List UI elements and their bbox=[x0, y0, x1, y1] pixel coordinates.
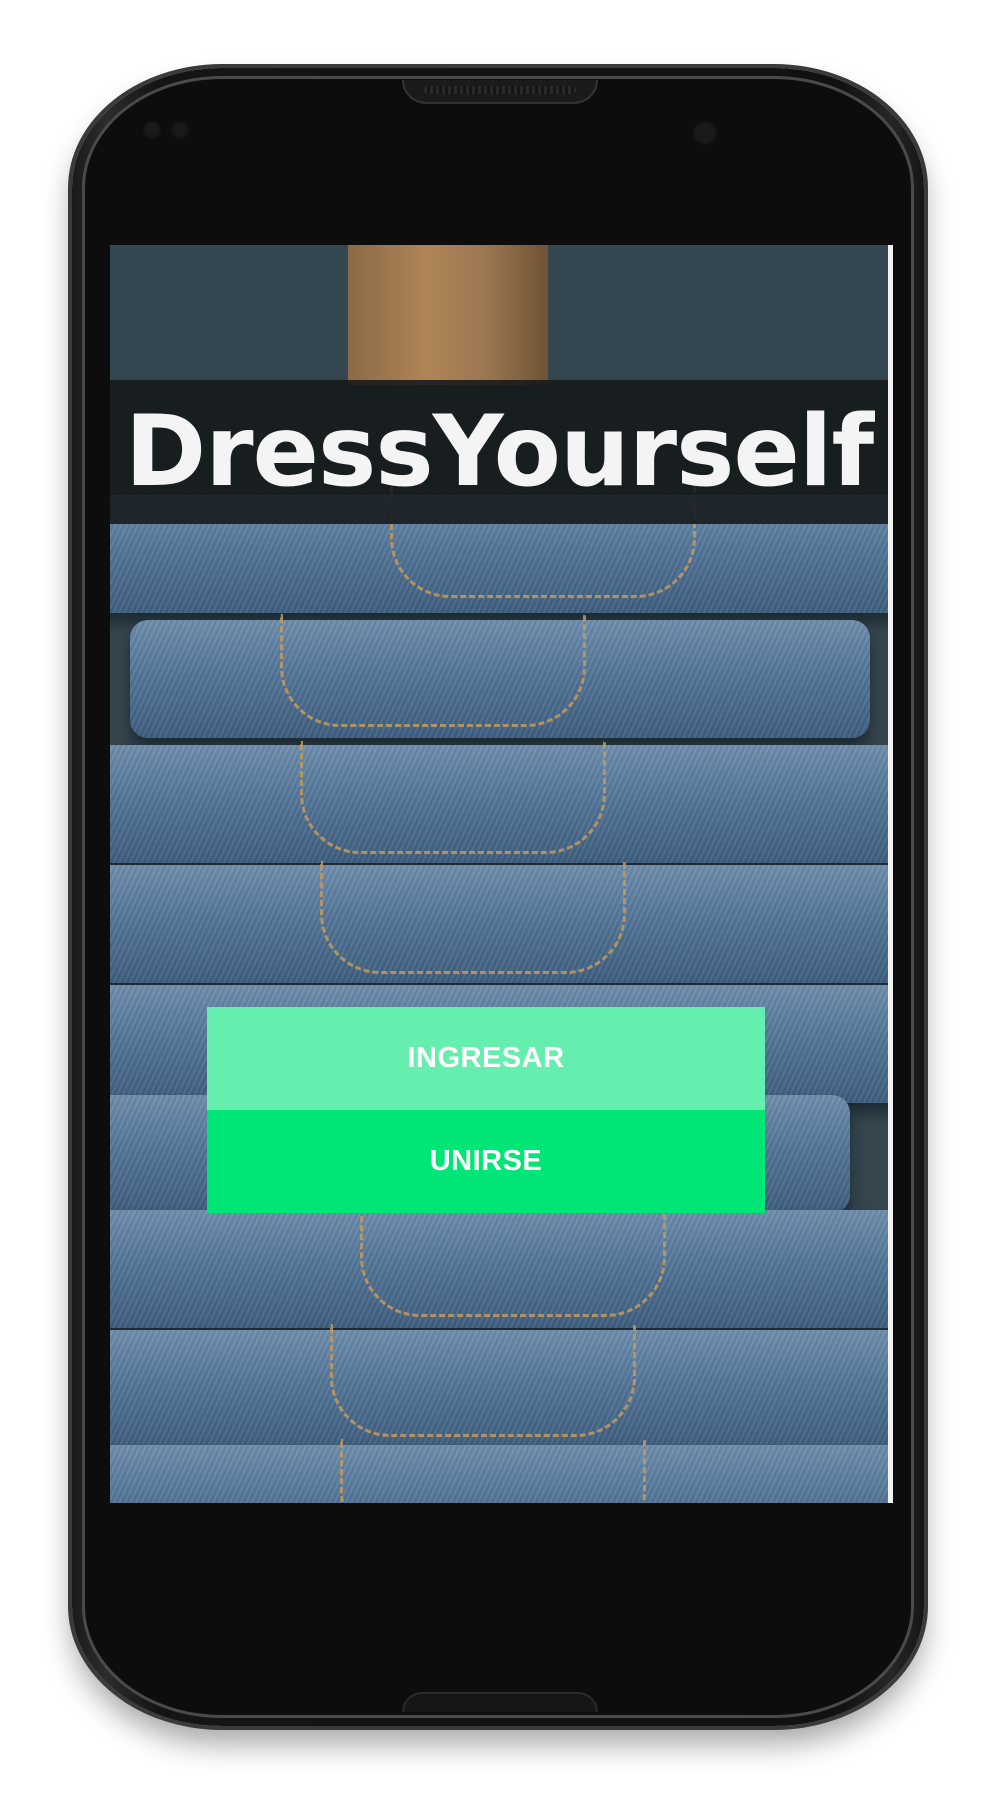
jeans-pocket bbox=[300, 741, 606, 854]
jeans-pocket bbox=[320, 861, 626, 974]
join-button[interactable]: UNIRSE bbox=[207, 1110, 765, 1213]
jeans-layer bbox=[110, 861, 888, 983]
jeans-pocket bbox=[340, 1439, 646, 1503]
jeans-pocket bbox=[280, 614, 586, 727]
photo-cardboard-box bbox=[348, 245, 548, 385]
jeans-pocket bbox=[330, 1324, 636, 1437]
earpiece-speaker bbox=[402, 80, 598, 104]
jeans-layer bbox=[110, 1439, 888, 1503]
screen-edge-highlight bbox=[888, 245, 893, 1503]
jeans-layer bbox=[110, 1204, 888, 1328]
jeans-pocket bbox=[360, 1204, 666, 1317]
bottom-speaker bbox=[402, 1692, 598, 1712]
jeans-layer bbox=[110, 1324, 888, 1448]
login-button[interactable]: INGRESAR bbox=[207, 1007, 765, 1110]
proximity-sensor bbox=[142, 120, 162, 140]
front-camera bbox=[692, 120, 718, 146]
app-title: DressYourself bbox=[124, 395, 874, 509]
device-frame-stage: DressYourself INGRESAR UNIRSE bbox=[0, 0, 995, 1794]
app-screen: DressYourself INGRESAR UNIRSE bbox=[110, 245, 888, 1503]
jeans-layer bbox=[130, 614, 870, 738]
jeans-layer bbox=[110, 741, 888, 863]
light-sensor bbox=[170, 120, 190, 140]
